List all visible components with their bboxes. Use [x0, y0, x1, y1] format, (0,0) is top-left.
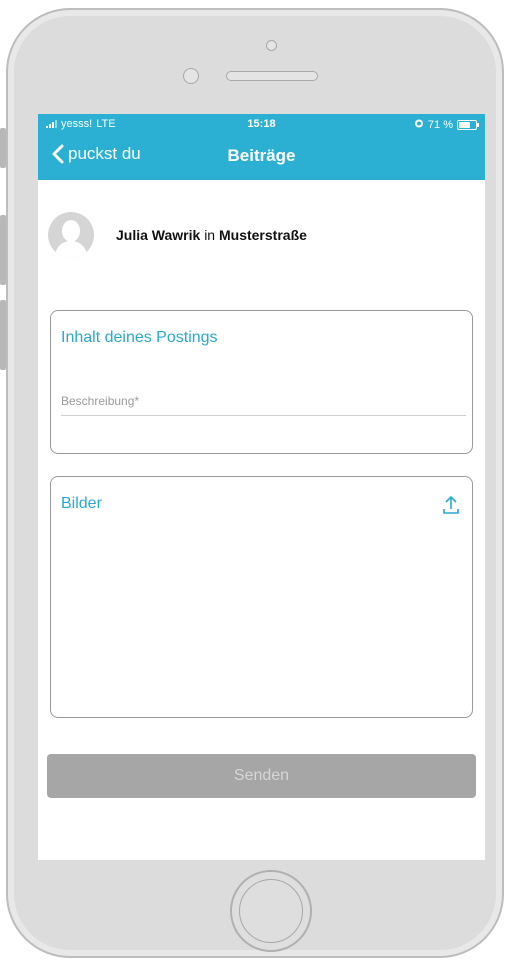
volume-down-button — [0, 300, 6, 370]
mute-switch — [0, 128, 6, 168]
battery-icon — [457, 119, 479, 130]
status-bar: yesss! LTE 15:18 71 % — [38, 114, 485, 134]
alarm-icon — [414, 118, 424, 131]
images-title: Bilder — [61, 495, 102, 512]
author-connector: in — [204, 227, 216, 243]
images-card[interactable]: Bilder — [50, 476, 473, 718]
avatar — [48, 212, 94, 258]
author-line: Julia Wawrik in Musterstraße — [116, 227, 307, 243]
author-row: Julia Wawrik in Musterstraße — [48, 212, 307, 258]
user-silhouette-icon — [54, 220, 88, 258]
back-button[interactable]: puckst du — [52, 144, 141, 164]
upload-icon[interactable] — [442, 495, 460, 520]
send-button[interactable]: Senden — [47, 754, 476, 798]
navigation-bar: puckst du Beiträge — [38, 134, 485, 180]
posting-content-card: Inhalt deines Postings — [50, 310, 473, 454]
home-button[interactable] — [230, 870, 312, 952]
author-location: Musterstraße — [218, 227, 307, 243]
front-camera — [266, 40, 277, 51]
battery-fill — [459, 121, 470, 128]
posting-content-title: Inhalt deines Postings — [61, 329, 218, 346]
app-screen: yesss! LTE 15:18 71 % puckst du Beiträge — [38, 114, 485, 860]
author-name: Julia Wawrik — [116, 227, 201, 243]
battery-percent: 71 % — [427, 118, 453, 131]
back-button-label: puckst du — [68, 144, 141, 163]
earpiece-speaker — [226, 71, 318, 81]
proximity-sensor — [183, 68, 199, 84]
volume-up-button — [0, 215, 6, 285]
chevron-left-icon — [52, 144, 64, 164]
description-input[interactable] — [61, 387, 466, 416]
